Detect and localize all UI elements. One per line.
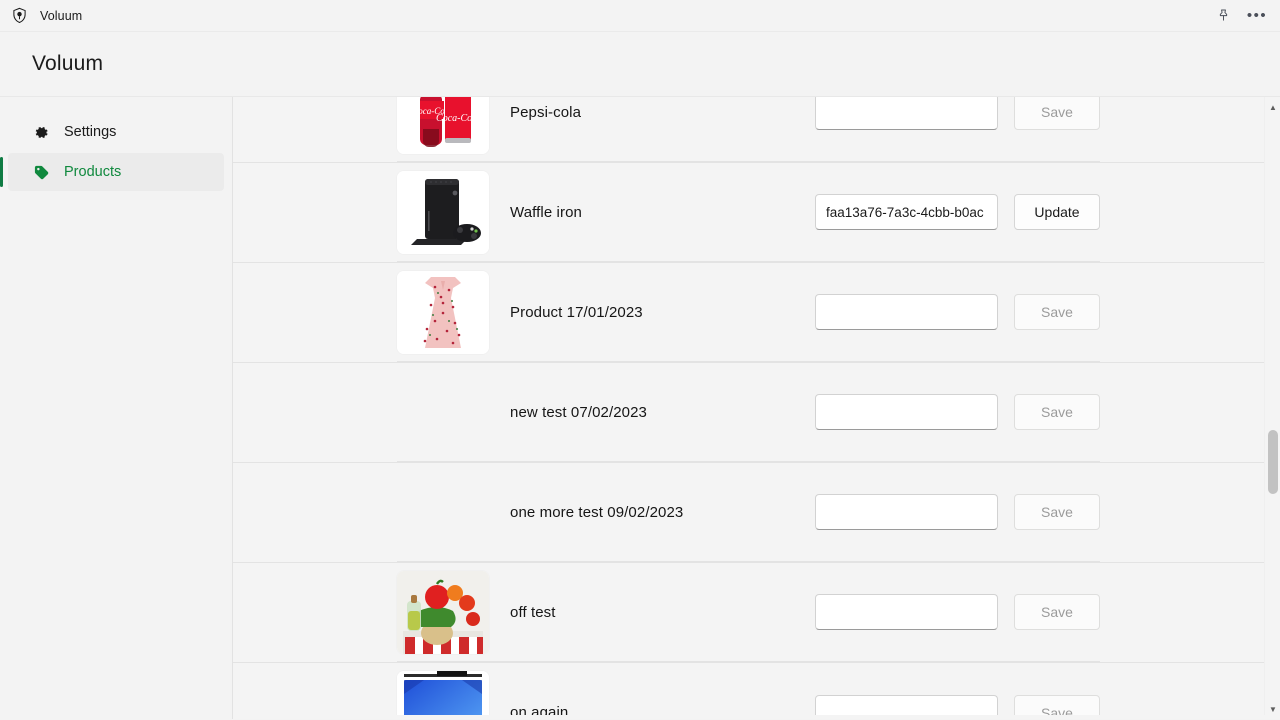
product-name: new test 07/02/2023 (510, 403, 648, 421)
window-titlebar: Voluum ••• (0, 0, 1280, 32)
titlebar-actions: ••• (1208, 3, 1272, 29)
window-title: Voluum (40, 8, 83, 23)
products-list: Coca-Cola Coca-Cola Pepsi-cola Save Waff… (233, 97, 1280, 719)
product-name: Product 17/01/2023 (510, 303, 643, 321)
product-id-input[interactable] (815, 394, 998, 430)
product-thumbnail (397, 671, 489, 719)
product-row-inner: on again Save (397, 663, 1100, 719)
product-id-input[interactable] (815, 194, 998, 230)
app-body: Settings Products Coca-Cola Coca-Cola Pe… (0, 97, 1280, 719)
product-name: Pepsi-cola (510, 103, 582, 121)
save-button: Save (1014, 294, 1100, 330)
product-thumbnail (397, 570, 489, 654)
product-name: off test (510, 603, 556, 621)
product-row-inner: Waffle iron Update (397, 163, 1100, 262)
sidebar-item-label: Settings (64, 124, 117, 140)
update-button[interactable]: Update (1014, 194, 1100, 230)
save-button: Save (1014, 394, 1100, 430)
app-header: Voluum (0, 32, 1280, 97)
sidebar-item-label: Products (64, 164, 122, 180)
product-row: on again Save (233, 663, 1280, 719)
more-options-icon[interactable]: ••• (1242, 3, 1272, 29)
scrollbar-thumb[interactable] (1268, 430, 1278, 494)
more-dots-glyph: ••• (1246, 6, 1268, 24)
product-row: Waffle iron Update (233, 163, 1280, 263)
bottom-strip (233, 715, 1280, 719)
save-button: Save (1014, 494, 1100, 530)
product-row-inner: off test Save (397, 563, 1100, 662)
product-thumbnail (397, 270, 489, 354)
sidebar-item-products[interactable]: Products (0, 153, 224, 191)
product-row: off test Save (233, 563, 1280, 663)
product-row-inner: Coca-Cola Coca-Cola Pepsi-cola Save (397, 97, 1100, 162)
product-thumbnail-empty (397, 471, 489, 554)
product-name: one more test 09/02/2023 (510, 503, 684, 521)
main-content: Coca-Cola Coca-Cola Pepsi-cola Save Waff… (233, 97, 1280, 719)
sidebar-item-settings[interactable]: Settings (8, 113, 224, 151)
scroll-up-arrow-icon[interactable]: ▲ (1265, 99, 1280, 115)
product-row: Coca-Cola Coca-Cola Pepsi-cola Save (233, 97, 1280, 163)
tag-icon (32, 163, 50, 181)
product-thumbnail: Coca-Cola Coca-Cola (397, 97, 489, 154)
gear-icon (32, 123, 50, 141)
pin-icon[interactable] (1208, 3, 1238, 29)
product-name: Waffle iron (510, 203, 582, 221)
product-row: Product 17/01/2023 Save (233, 263, 1280, 363)
save-button: Save (1014, 97, 1100, 130)
page-title: Voluum (32, 52, 104, 75)
shield-app-icon (10, 7, 28, 25)
product-row-inner: one more test 09/02/2023 Save (397, 463, 1100, 562)
svg-text:Coca-Cola: Coca-Cola (436, 113, 480, 124)
product-row: one more test 09/02/2023 Save (233, 463, 1280, 563)
product-id-input[interactable] (815, 594, 998, 630)
sidebar-nav: Settings Products (0, 97, 233, 719)
product-id-input[interactable] (815, 97, 998, 130)
product-thumbnail (397, 170, 489, 254)
product-id-input[interactable] (815, 494, 998, 530)
product-thumbnail-empty (397, 371, 489, 454)
product-id-input[interactable] (815, 294, 998, 330)
product-row-inner: new test 07/02/2023 Save (397, 363, 1100, 462)
save-button: Save (1014, 594, 1100, 630)
vertical-scrollbar[interactable]: ▲ ▼ (1264, 97, 1280, 719)
product-row: new test 07/02/2023 Save (233, 363, 1280, 463)
product-row-inner: Product 17/01/2023 Save (397, 263, 1100, 362)
